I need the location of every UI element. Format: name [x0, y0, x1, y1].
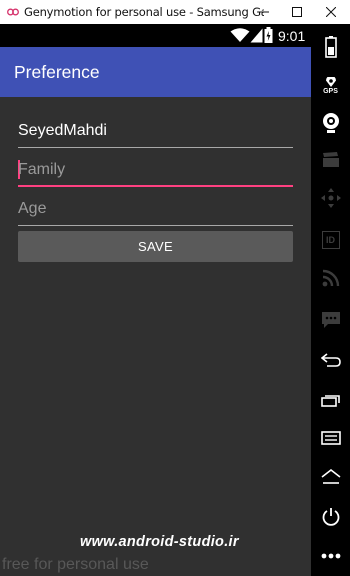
age-placeholder: Age — [18, 200, 47, 217]
recent-apps-button[interactable] — [311, 384, 350, 416]
maximize-button[interactable] — [279, 0, 315, 24]
page-title: Preference — [14, 62, 100, 82]
capture-widget-button[interactable] — [311, 144, 350, 176]
rss-icon — [322, 269, 339, 287]
remote-control-button[interactable] — [311, 182, 350, 214]
family-placeholder: Family — [18, 161, 66, 178]
more-options-button[interactable] — [311, 540, 350, 572]
power-button[interactable] — [311, 501, 350, 533]
status-time: 9:01 — [278, 28, 306, 44]
gps-icon — [325, 76, 336, 87]
emulator-toolbar: GPS ID — [311, 24, 350, 576]
android-status-bar: 9:01 — [0, 24, 311, 47]
battery-widget-button[interactable] — [311, 31, 350, 63]
gps-label: GPS — [323, 87, 338, 95]
window-title: Genymotion for personal use - Samsung Ga… — [24, 5, 264, 19]
camera-widget-button[interactable] — [311, 107, 350, 139]
id-label: ID — [326, 235, 335, 245]
sms-widget-button[interactable] — [311, 304, 350, 336]
name-value: SeyedMahdi — [18, 122, 107, 139]
webcam-icon — [322, 113, 339, 133]
close-icon — [326, 7, 336, 17]
close-button[interactable] — [313, 0, 349, 24]
id-card-icon: ID — [321, 231, 340, 249]
name-field[interactable]: SeyedMahdi — [18, 114, 293, 148]
battery-icon — [264, 27, 273, 43]
back-button[interactable] — [311, 344, 350, 376]
genymotion-logo-icon — [7, 8, 19, 16]
move-arrows-icon — [320, 188, 341, 208]
battery-widget-icon — [324, 36, 337, 58]
more-dots-icon — [321, 553, 340, 559]
device-screen: 9:01 Preference SeyedMahdi Family Age SA… — [0, 24, 311, 576]
gps-widget-button[interactable]: GPS — [311, 70, 350, 102]
save-button[interactable]: SAVE — [18, 231, 293, 262]
chat-bubble-icon — [321, 312, 340, 328]
age-field[interactable]: Age — [18, 192, 293, 226]
recent-apps-icon — [320, 395, 340, 407]
minimize-icon — [259, 11, 269, 13]
age-underline — [18, 225, 293, 226]
power-icon — [322, 508, 339, 526]
site-watermark: www.android-studio.ir — [80, 534, 239, 550]
name-underline — [18, 147, 293, 148]
home-button[interactable] — [311, 461, 350, 493]
home-icon — [321, 469, 340, 484]
clapperboard-icon — [322, 152, 339, 167]
genymotion-watermark: free for personal use — [2, 556, 149, 573]
back-arrow-icon — [320, 353, 341, 367]
network-widget-button[interactable] — [311, 262, 350, 294]
family-underline — [18, 185, 293, 187]
family-field[interactable]: Family — [18, 153, 293, 187]
signal-icon — [250, 28, 263, 43]
wifi-icon — [230, 28, 250, 42]
minimize-button[interactable] — [246, 0, 282, 24]
maximize-icon — [292, 7, 302, 17]
app-bar: Preference — [0, 47, 311, 97]
menu-button[interactable] — [311, 422, 350, 454]
device-id-button[interactable]: ID — [311, 224, 350, 256]
menu-icon — [320, 431, 341, 445]
window-titlebar: Genymotion for personal use - Samsung Ga… — [0, 0, 350, 24]
